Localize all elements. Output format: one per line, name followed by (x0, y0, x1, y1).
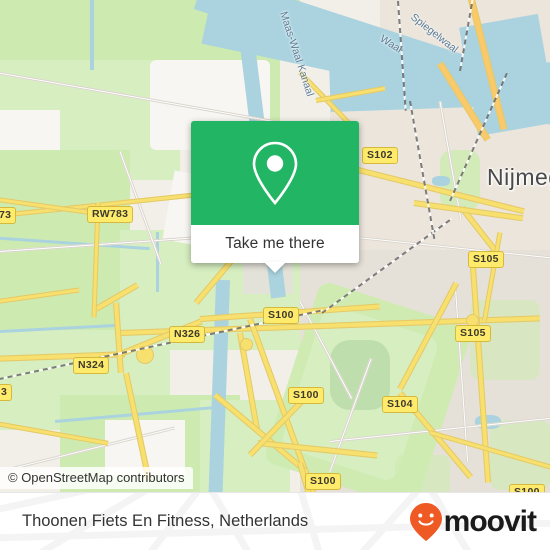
road-shield: S100 (305, 473, 341, 490)
road-shield: S100 (288, 387, 324, 404)
road-shield: 3 (0, 384, 13, 401)
take-me-there-label: Take me there (225, 235, 325, 252)
road-shield: S105 (455, 325, 491, 342)
moovit-pin-smiley-icon (409, 502, 442, 541)
road-shield: RW783 (87, 206, 134, 223)
location-title: Thoonen Fiets En Fitness, Netherlands (22, 512, 309, 530)
road-shield: N324 (73, 357, 110, 374)
road-shield: S104 (382, 396, 418, 413)
moovit-brand[interactable]: moovit (409, 502, 537, 542)
location-popup-card[interactable]: Take me there (191, 121, 359, 273)
road-shield: S105 (468, 251, 504, 268)
map-pin-icon (252, 141, 298, 206)
osm-attribution[interactable]: © OpenStreetMap contributors (0, 467, 193, 489)
popup-footer[interactable]: Take me there (191, 225, 359, 273)
road-shield: 73 (0, 207, 17, 224)
road-shield: S100 (263, 307, 299, 324)
map-canvas[interactable]: Nijmegen Maas-Waal Kanaal Spiegelwaal Wa… (0, 0, 550, 492)
popup-tail-pointer (264, 262, 286, 273)
popup-header (191, 121, 359, 225)
road-shield: N326 (169, 326, 206, 343)
moovit-wordmark: moovit (443, 504, 537, 538)
moovit-map-share-page: Nijmegen Maas-Waal Kanaal Spiegelwaal Wa… (0, 0, 550, 550)
page-footer: Thoonen Fiets En Fitness, Netherlands mo… (0, 492, 550, 550)
road-shield: S100 (509, 484, 545, 492)
road-shield: S102 (362, 147, 398, 164)
